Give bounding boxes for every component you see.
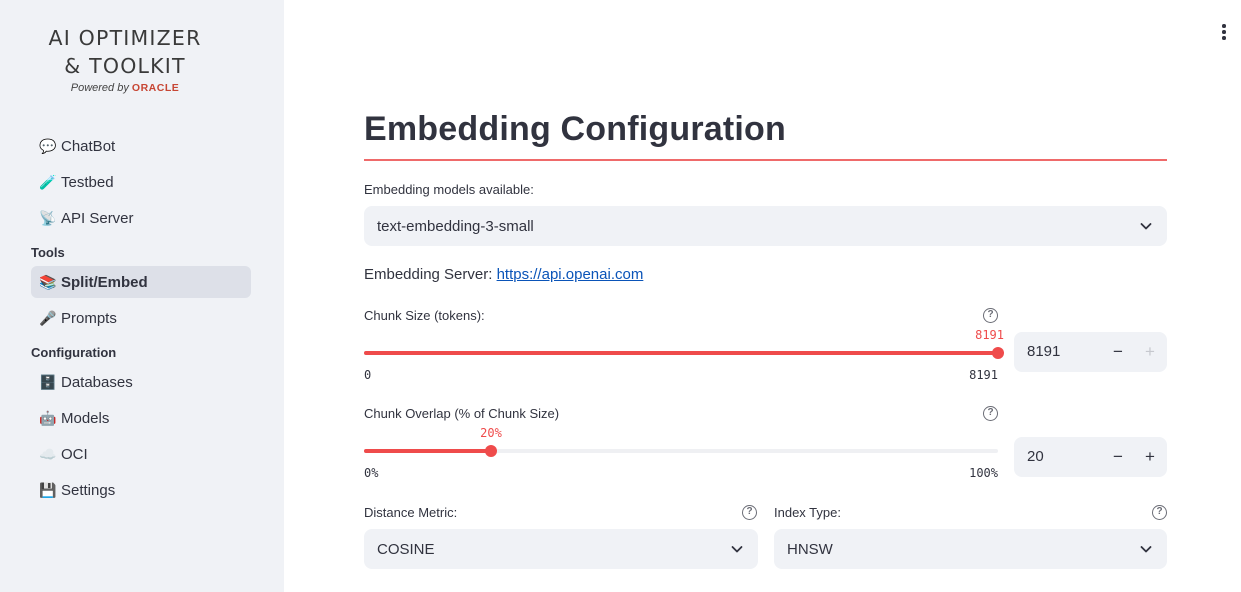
embedding-server-line: Embedding Server: https://api.openai.com — [364, 266, 643, 283]
powered-by: Powered by ORACLE — [0, 82, 250, 94]
chunk-overlap-slider-value: 20% — [480, 426, 502, 440]
distance-metric-select[interactable]: COSINE — [364, 529, 758, 569]
books-icon: 📚 — [39, 274, 57, 290]
satellite-antenna-icon: 📡 — [39, 210, 57, 226]
sidebar-item-settings[interactable]: 💾 Settings — [31, 474, 251, 506]
powered-by-text: Powered by — [70, 82, 129, 94]
sidebar-item-api-server[interactable]: 📡 API Server — [31, 202, 251, 234]
distance-metric-label: Distance Metric: — [364, 505, 458, 520]
index-type-label: Index Type: — [774, 505, 841, 520]
chunk-overlap-slider-fill — [364, 449, 491, 453]
chunk-overlap-slider-thumb[interactable] — [485, 445, 497, 457]
sidebar-item-label: API Server — [61, 209, 134, 227]
decrement-button[interactable]: − — [1103, 332, 1133, 372]
embedding-server-link[interactable]: https://api.openai.com — [497, 266, 644, 283]
cloud-icon: ☁️ — [39, 446, 57, 462]
chunk-size-min: 0 — [364, 368, 372, 382]
chevron-down-icon — [1140, 223, 1152, 230]
sidebar-item-databases[interactable]: 🗄️ Databases — [31, 366, 251, 398]
chevron-down-icon — [731, 546, 743, 553]
help-icon[interactable]: ? — [983, 308, 998, 323]
index-type-value: HNSW — [787, 540, 833, 558]
sidebar: AI OPTIMIZER & TOOLKIT Powered by ORACLE… — [0, 0, 284, 592]
embedding-models-label: Embedding models available: — [364, 182, 534, 197]
logo-title-line2: & TOOLKIT — [64, 54, 186, 78]
chunk-size-max: 8191 — [969, 368, 998, 382]
dot — [1222, 30, 1226, 34]
sidebar-item-label: Split/Embed — [61, 273, 148, 291]
chunk-overlap-max: 100% — [969, 466, 998, 480]
sidebar-item-testbed[interactable]: 🧪 Testbed — [31, 166, 251, 198]
increment-button[interactable]: + — [1135, 332, 1165, 372]
sidebar-item-prompts[interactable]: 🎤 Prompts — [31, 302, 251, 334]
sidebar-item-models[interactable]: 🤖 Models — [31, 402, 251, 434]
decrement-button[interactable]: − — [1103, 437, 1133, 477]
oracle-logo: ORACLE — [131, 82, 180, 94]
sidebar-section-configuration: Configuration — [31, 344, 117, 360]
chunk-size-slider[interactable] — [364, 347, 1004, 359]
sidebar-item-label: ChatBot — [61, 137, 116, 155]
sidebar-item-label: Models — [61, 409, 110, 427]
file-cabinet-icon: 🗄️ — [39, 374, 57, 390]
increment-button[interactable]: + — [1135, 437, 1165, 477]
chunk-overlap-number-input[interactable]: 20 − + — [1014, 437, 1167, 477]
dot — [1222, 24, 1226, 28]
index-type-select[interactable]: HNSW — [774, 529, 1167, 569]
sidebar-item-label: Testbed — [61, 173, 114, 191]
sidebar-nav: 💬 ChatBot 🧪 Testbed 📡 API Server Tools 📚… — [31, 130, 251, 510]
title-divider — [364, 159, 1167, 161]
chunk-size-input-value: 8191 — [1027, 343, 1061, 360]
speech-balloon-icon: 💬 — [39, 138, 57, 154]
embedding-server-label: Embedding Server: — [364, 266, 493, 283]
logo-title-line1: AI OPTIMIZER — [48, 26, 202, 50]
embedding-model-value: text-embedding-3-small — [377, 217, 534, 235]
help-icon[interactable]: ? — [1152, 505, 1167, 520]
main-menu-button[interactable] — [1214, 22, 1234, 42]
floppy-disk-icon: 💾 — [39, 482, 57, 498]
sidebar-item-label: Databases — [61, 373, 133, 391]
help-icon[interactable]: ? — [742, 505, 757, 520]
sidebar-item-label: Settings — [61, 481, 116, 499]
help-icon[interactable]: ? — [983, 406, 998, 421]
dot — [1222, 36, 1226, 40]
sidebar-item-label: Prompts — [61, 309, 117, 327]
test-tube-icon: 🧪 — [39, 174, 57, 190]
app-logo: AI OPTIMIZER & TOOLKIT Powered by ORACLE — [0, 24, 250, 94]
microphone-icon: 🎤 — [39, 310, 57, 326]
chunk-overlap-min: 0% — [364, 466, 379, 480]
sidebar-item-chatbot[interactable]: 💬 ChatBot — [31, 130, 251, 162]
sidebar-item-label: OCI — [61, 445, 88, 463]
sidebar-item-split-embed[interactable]: 📚 Split/Embed — [31, 266, 251, 298]
sidebar-section-tools: Tools — [31, 244, 65, 260]
distance-metric-value: COSINE — [377, 540, 435, 558]
chunk-size-slider-fill — [364, 351, 998, 355]
chunk-size-slider-thumb[interactable] — [992, 347, 1004, 359]
chunk-size-label: Chunk Size (tokens): — [364, 308, 485, 323]
chunk-overlap-label: Chunk Overlap (% of Chunk Size) — [364, 406, 560, 421]
chunk-overlap-slider[interactable] — [364, 445, 998, 457]
sidebar-item-oci[interactable]: ☁️ OCI — [31, 438, 251, 470]
chunk-size-number-input[interactable]: 8191 − + — [1014, 332, 1167, 372]
chunk-size-slider-value: 8191 — [975, 328, 1004, 342]
embedding-model-select[interactable]: text-embedding-3-small — [364, 206, 1167, 246]
robot-icon: 🤖 — [39, 410, 57, 426]
chunk-overlap-input-value: 20 — [1027, 448, 1044, 465]
chevron-down-icon — [1140, 546, 1152, 553]
page-title: Embedding Configuration — [364, 110, 786, 148]
